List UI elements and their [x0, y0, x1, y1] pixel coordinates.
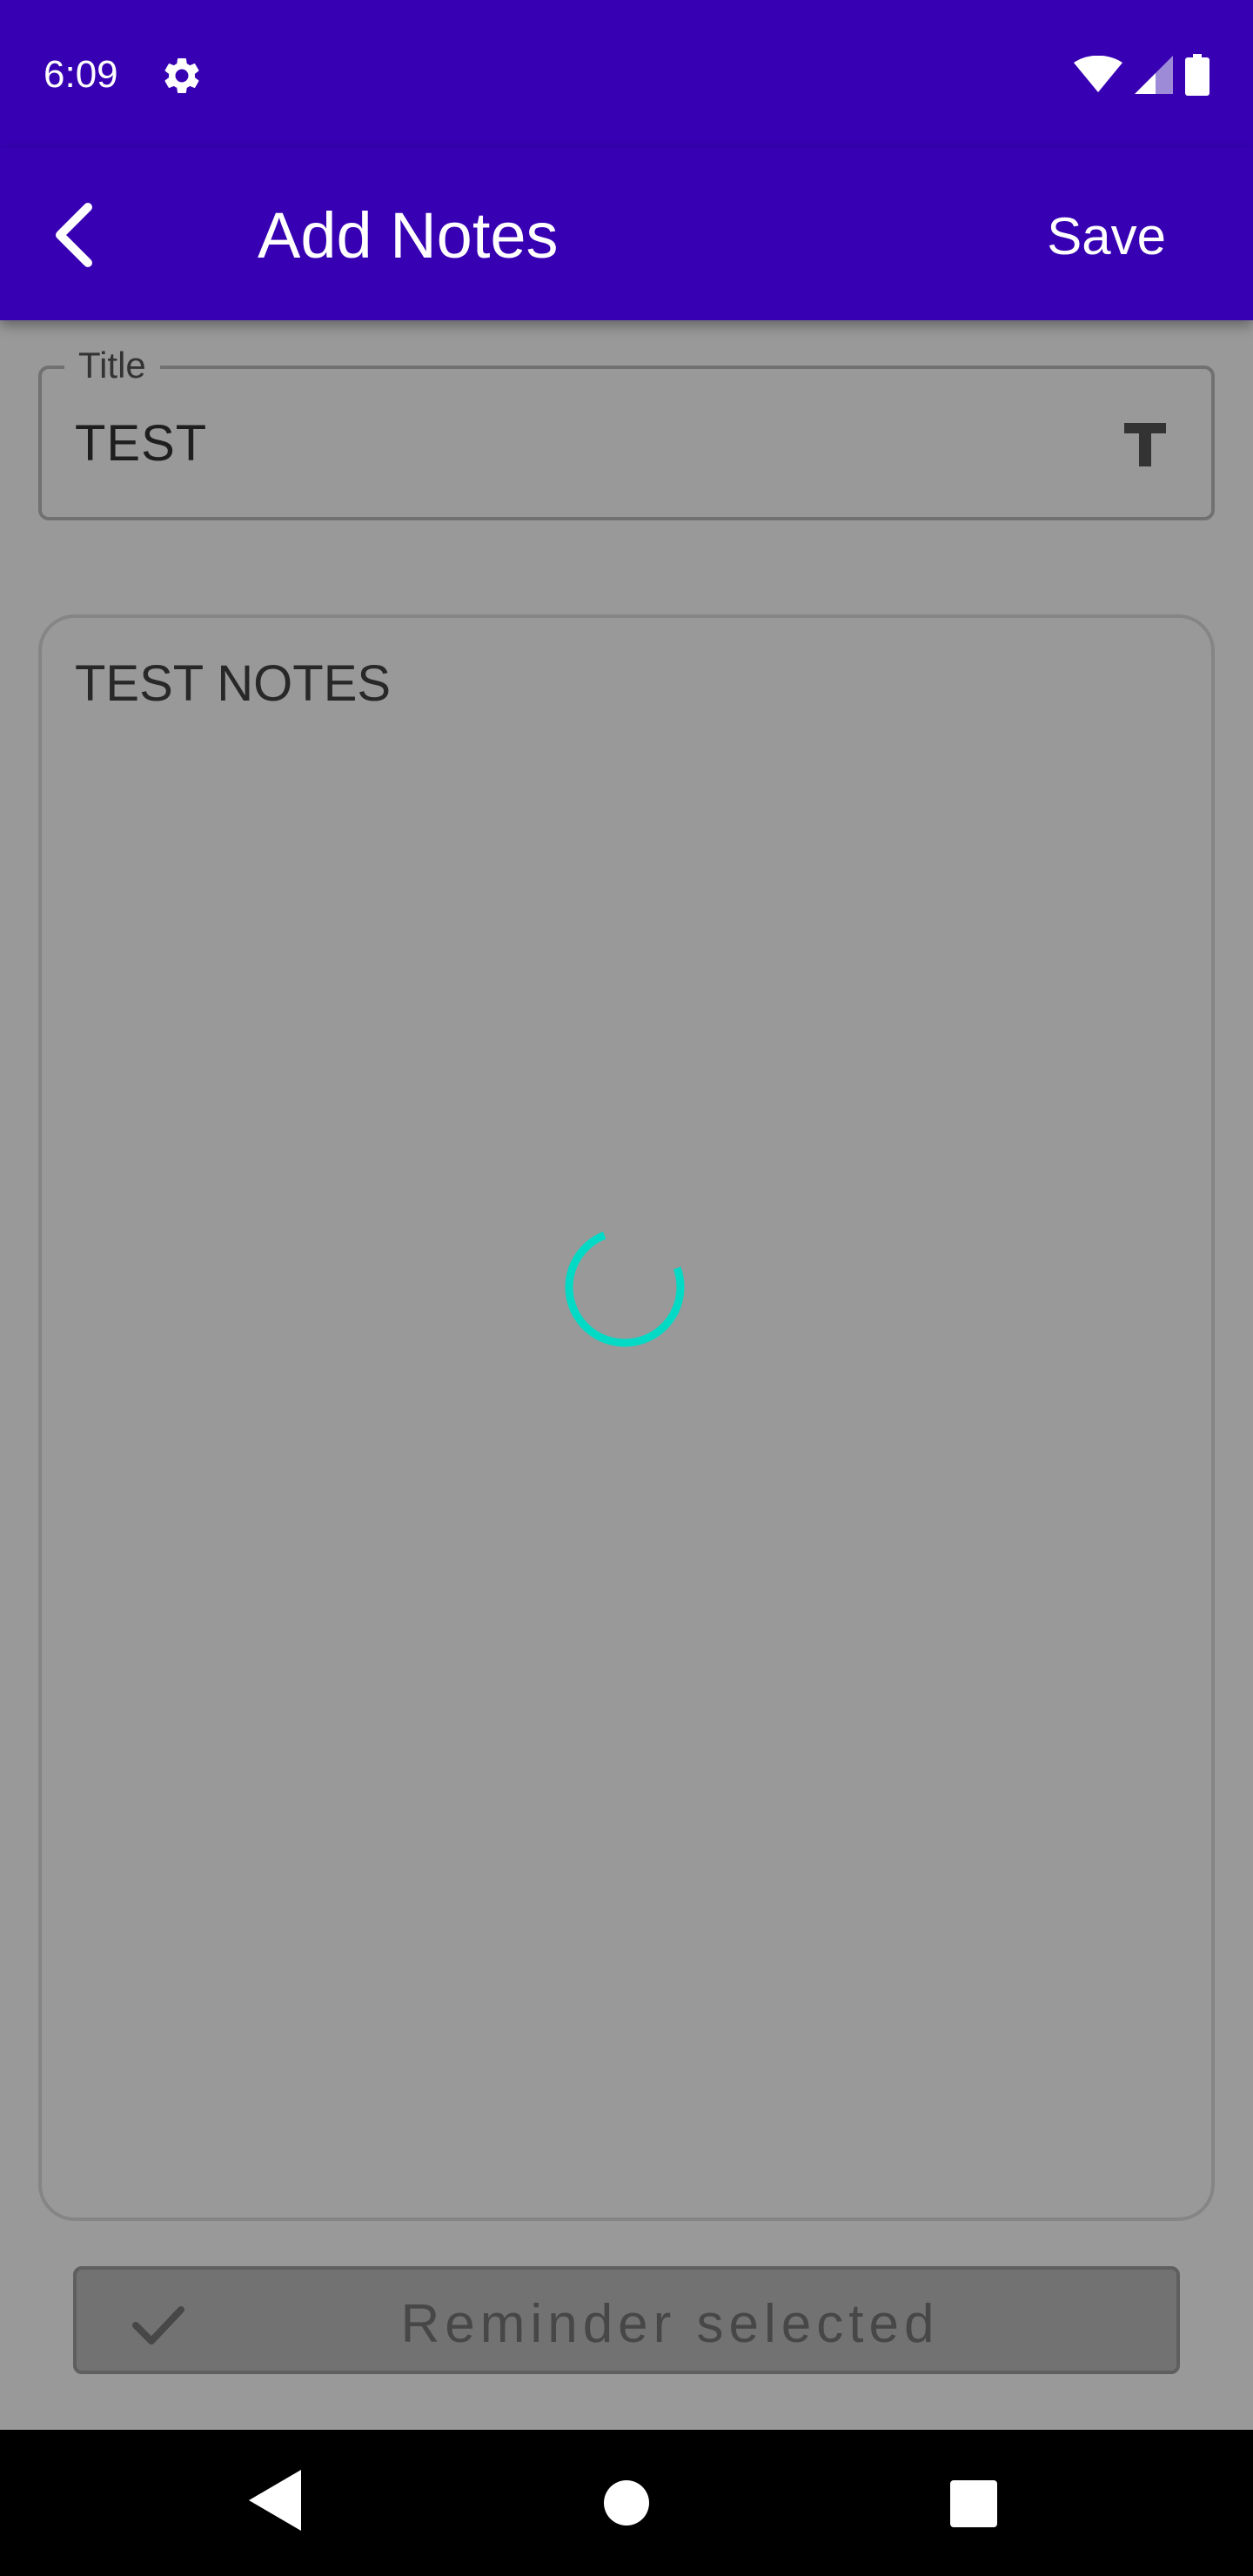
app-bar: Add Notes Save: [0, 148, 1253, 320]
arrow-back-icon: [56, 203, 92, 267]
gear-icon: [164, 57, 199, 93]
circle-home-icon[interactable]: [604, 2480, 649, 2526]
square-recents-icon[interactable]: [950, 2480, 997, 2527]
signal-icon: [1135, 56, 1173, 94]
back-button[interactable]: [35, 191, 113, 278]
status-indicators: [1074, 54, 1209, 96]
system-nav-bar: [0, 2430, 1253, 2576]
wifi-icon: [1074, 56, 1122, 92]
save-button[interactable]: Save: [1047, 202, 1166, 272]
status-time: 6:09: [44, 53, 118, 96]
status-bar: 6:09: [0, 0, 1253, 148]
battery-icon: [1185, 54, 1209, 96]
loading-spinner: [565, 1227, 685, 1347]
loading-scrim: [0, 320, 1253, 2430]
triangle-back-icon[interactable]: [249, 2470, 301, 2531]
page-title: Add Notes: [258, 199, 559, 272]
